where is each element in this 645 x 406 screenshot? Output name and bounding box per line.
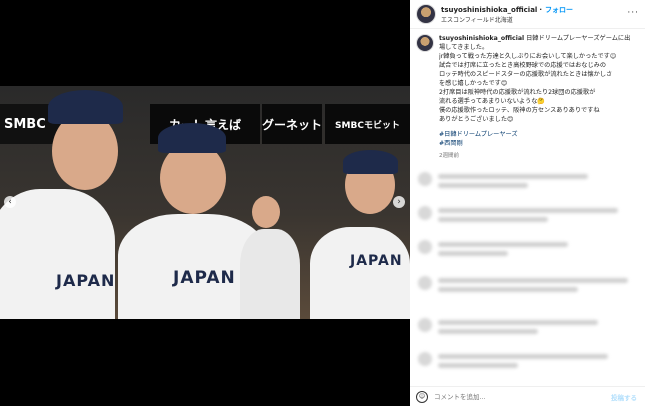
caption-text: 日韓ドリームプレーヤーズゲームに出	[526, 35, 631, 42]
post-caption: tsuyoshinishioka_official 日韓ドリームプレーヤーズゲー…	[416, 34, 638, 161]
player-cap	[158, 123, 226, 153]
caption-text: 場してきました。	[439, 44, 489, 51]
jersey-text: JAPAN	[173, 268, 236, 288]
player-figure: JAPAN	[310, 227, 410, 319]
caption-text: 流れる選手ってあまりいないような🤔	[439, 98, 546, 105]
caption-text: jr韓負って戦った方達と久しぶりにお会いして楽しかったです☺	[439, 53, 617, 60]
caption-text: ありがとうございました😊	[439, 116, 514, 123]
emoji-icon[interactable]: ☺	[416, 390, 428, 403]
hashtag-link[interactable]: #西岡剛	[439, 140, 463, 147]
player-cap	[48, 90, 123, 124]
jersey-text: JAPAN	[350, 253, 403, 269]
blurred-comment	[418, 276, 628, 292]
previous-image-button[interactable]: ‹	[4, 196, 16, 208]
player-figure: JAPAN	[0, 189, 115, 319]
player-figure	[240, 229, 300, 319]
player-head	[252, 196, 280, 228]
caption-text: 試合では打席に立ったとき高校野球での応援ではおなじみの	[439, 62, 607, 69]
player-cap	[343, 150, 398, 174]
comment-input[interactable]	[434, 392, 584, 401]
instagram-post-window: SMBC カー！言えば グーネット SMBCモビット JAPAN JAPAN J…	[0, 0, 645, 406]
caption-text: 僕の応援歌作ったロッテ、阪神の方センスありありですね	[439, 107, 600, 114]
caption-text: を感じ嬉しかったです😊	[439, 80, 508, 87]
hashtag-link[interactable]: #日韓ドリームプレーヤーズ	[439, 131, 518, 138]
post-photo: SMBC カー！言えば グーネット SMBCモビット JAPAN JAPAN J…	[0, 86, 410, 319]
stadium-sign: SMBCモビット	[325, 104, 410, 144]
comment-bar: ☺ 投稿する	[410, 386, 645, 406]
post-media: SMBC カー！言えば グーネット SMBCモビット JAPAN JAPAN J…	[0, 0, 410, 406]
caption-text: ロッテ時代のスピードスターの応援歌が流れたときは懐かしさ	[439, 71, 613, 78]
blurred-comment	[418, 318, 598, 334]
caption-text: 2打席目は阪神時代の応援歌が流れたり2球団の応援歌が	[439, 89, 596, 96]
jersey-text: JAPAN	[56, 271, 116, 290]
location-link[interactable]: エスコンフィールド北海道	[441, 15, 573, 24]
stadium-sign: グーネット	[262, 104, 322, 144]
blurred-comment	[418, 240, 568, 256]
post-sidebar: tsuyoshinishioka_official · フォロー エスコンフィー…	[410, 0, 645, 406]
avatar[interactable]	[416, 4, 436, 24]
blurred-comment	[418, 352, 608, 368]
follow-button[interactable]: フォロー	[545, 5, 573, 15]
next-image-button[interactable]: ›	[393, 196, 405, 208]
post-header: tsuyoshinishioka_official · フォロー エスコンフィー…	[410, 0, 645, 29]
post-comment-button[interactable]: 投稿する	[611, 392, 637, 402]
caption-username[interactable]: tsuyoshinishioka_official	[439, 35, 524, 42]
username-link[interactable]: tsuyoshinishioka_official	[441, 6, 537, 14]
blurred-comment	[418, 206, 618, 222]
more-options-icon[interactable]: ···	[627, 8, 639, 18]
blurred-comment	[418, 172, 588, 188]
avatar[interactable]	[416, 34, 434, 52]
post-timestamp: 2週間前	[439, 153, 459, 159]
